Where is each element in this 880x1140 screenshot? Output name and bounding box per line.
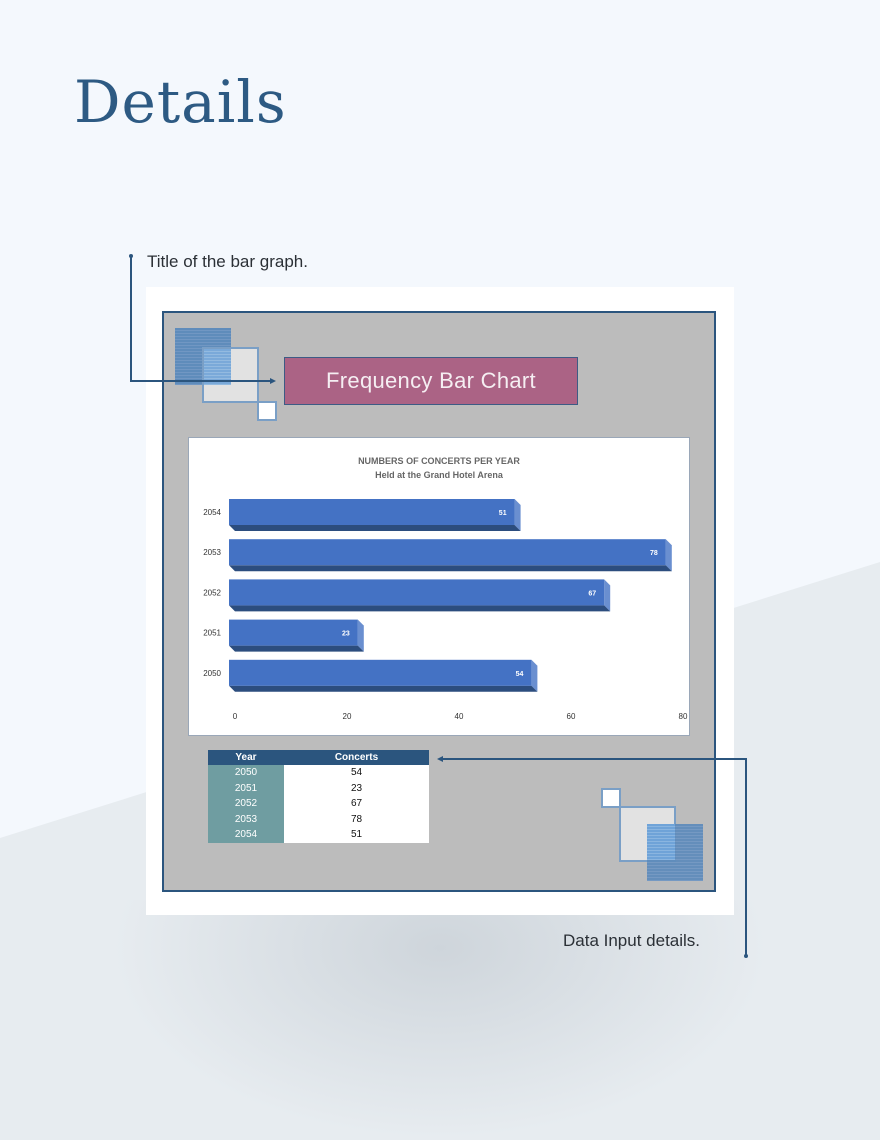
- data-label: 23: [342, 631, 350, 638]
- concerts-cell[interactable]: 67: [284, 796, 429, 812]
- bar-bottom: [229, 605, 611, 612]
- data-label: 67: [588, 590, 596, 597]
- category-label: 2050: [203, 669, 221, 678]
- x-tick-label: 60: [567, 712, 576, 721]
- data-label: 78: [650, 550, 658, 557]
- category-label: 2051: [203, 629, 221, 638]
- bar-bottom: [229, 645, 364, 652]
- category-label: 2052: [203, 588, 221, 597]
- concerts-cell[interactable]: 23: [284, 780, 429, 796]
- year-cell[interactable]: 2050: [208, 765, 284, 781]
- x-tick-label: 0: [233, 712, 238, 721]
- bar: [229, 579, 605, 606]
- decor-overlap-square: [204, 349, 231, 385]
- year-cell[interactable]: 2052: [208, 796, 284, 812]
- header-concerts: Concerts: [284, 750, 429, 765]
- chart-title: NUMBERS OF CONCERTS PER YEAR: [358, 456, 520, 466]
- table-row: 2053 78: [208, 811, 429, 827]
- chart-title-box: Frequency Bar Chart: [284, 357, 578, 405]
- year-cell[interactable]: 2054: [208, 827, 284, 843]
- year-cell[interactable]: 2053: [208, 811, 284, 827]
- concerts-cell[interactable]: 51: [284, 827, 429, 843]
- bar-chart: NUMBERS OF CONCERTS PER YEAR Held at the…: [188, 437, 690, 736]
- data-input-table: Year Concerts 2050 54 2051 23 2052 67 20…: [208, 750, 429, 843]
- x-tick-label: 80: [679, 712, 688, 721]
- x-tick-label: 40: [455, 712, 464, 721]
- annotation-title-note: Title of the bar graph.: [147, 252, 308, 271]
- table-row: 2051 23: [208, 780, 429, 796]
- table-row: 2054 51: [208, 827, 429, 843]
- year-cell[interactable]: 2051: [208, 780, 284, 796]
- bar-chart-svg: NUMBERS OF CONCERTS PER YEAR Held at the…: [203, 456, 688, 721]
- bar-bottom: [229, 685, 538, 692]
- category-label: 2053: [203, 548, 221, 557]
- data-label: 51: [499, 510, 507, 517]
- x-tick-label: 20: [343, 712, 352, 721]
- bar: [229, 619, 358, 646]
- concerts-cell[interactable]: 54: [284, 765, 429, 781]
- decor-white-square: [257, 401, 277, 421]
- annotation-data-note: Data Input details.: [563, 931, 701, 950]
- bar-bottom: [229, 565, 672, 572]
- bar: [229, 539, 666, 566]
- concerts-cell[interactable]: 78: [284, 811, 429, 827]
- chart-subtitle: Held at the Grand Hotel Arena: [375, 470, 504, 480]
- header-year: Year: [208, 750, 284, 765]
- page-title: Details: [74, 68, 287, 136]
- data-label: 54: [516, 671, 524, 678]
- category-label: 2054: [203, 508, 221, 517]
- table-row: 2052 67: [208, 796, 429, 812]
- table-row: 2050 54: [208, 765, 429, 781]
- bar: [229, 499, 515, 525]
- bar: [229, 659, 532, 686]
- decor-white-square: [601, 788, 621, 808]
- bar-bottom: [229, 525, 521, 531]
- decor-overlap-square: [647, 824, 675, 860]
